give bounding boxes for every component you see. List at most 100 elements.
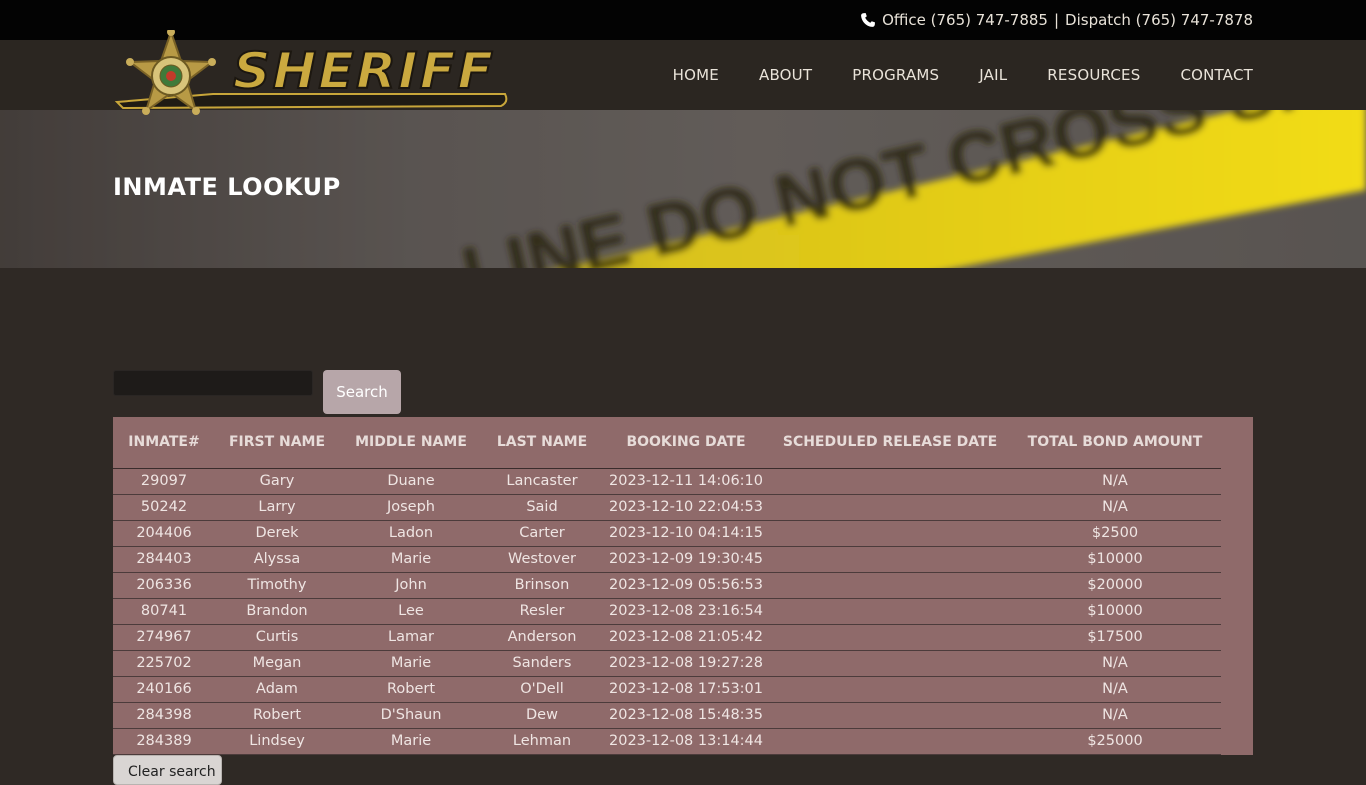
inmate-number-cell: 284398 bbox=[113, 702, 215, 729]
contact-info: Office (765) 747-7885 | Dispatch (765) 7… bbox=[860, 10, 1253, 30]
column-header-booking-date[interactable]: BOOKING DATE bbox=[601, 417, 771, 469]
middle-name-cell: D'Shaun bbox=[339, 702, 483, 729]
first-name-cell: Derek bbox=[215, 520, 339, 547]
booking-date-cell: 2023-12-08 13:14:44 bbox=[601, 728, 771, 755]
middle-name-cell: Duane bbox=[339, 468, 483, 495]
bond-amount-cell: $25000 bbox=[1009, 728, 1221, 755]
middle-name-cell: Robert bbox=[339, 676, 483, 703]
last-name-cell: Sanders bbox=[483, 650, 601, 677]
bond-amount-cell: N/A bbox=[1009, 650, 1221, 677]
release-date-cell bbox=[771, 494, 1009, 521]
release-date-cell bbox=[771, 546, 1009, 573]
inmate-number-cell: 204406 bbox=[113, 520, 215, 547]
release-date-cell bbox=[771, 728, 1009, 755]
first-name-cell: Timothy bbox=[215, 572, 339, 599]
table-row[interactable]: 204406 Derek Ladon Carter 2023-12-10 04:14:1… bbox=[113, 520, 1221, 547]
inmate-table-container: INMATE# FIRST NAME MIDDLE NAME LAST NAME… bbox=[113, 417, 1253, 755]
release-date-cell bbox=[771, 650, 1009, 677]
table-row[interactable]: 50242 Larry Joseph Said 2023-12-10 22:04:53 N… bbox=[113, 494, 1221, 521]
inmate-number-cell: 284403 bbox=[113, 546, 215, 573]
last-name-cell: O'Dell bbox=[483, 676, 601, 703]
first-name-cell: Megan bbox=[215, 650, 339, 677]
first-name-cell: Lindsey bbox=[215, 728, 339, 755]
booking-date-cell: 2023-12-10 04:14:15 bbox=[601, 520, 771, 547]
column-header-release-date[interactable]: SCHEDULED RELEASE DATE bbox=[771, 417, 1009, 469]
table-header-row: INMATE# FIRST NAME MIDDLE NAME LAST NAME… bbox=[113, 417, 1221, 469]
column-header-middle-name[interactable]: MIDDLE NAME bbox=[339, 417, 483, 469]
search-button[interactable]: Search bbox=[323, 370, 401, 414]
table-row[interactable]: 29097 Gary Duane Lancaster 2023-12-11 14:06:… bbox=[113, 468, 1221, 495]
first-name-cell: Alyssa bbox=[215, 546, 339, 573]
release-date-cell bbox=[771, 572, 1009, 599]
last-name-cell: Lehman bbox=[483, 728, 601, 755]
middle-name-cell: Lee bbox=[339, 598, 483, 625]
first-name-cell: Robert bbox=[215, 702, 339, 729]
nav-contact[interactable]: CONTACT bbox=[1180, 66, 1253, 84]
inmate-number-cell: 225702 bbox=[113, 650, 215, 677]
office-phone[interactable]: Office (765) 747-7885 bbox=[882, 10, 1048, 30]
dispatch-phone[interactable]: Dispatch (765) 747-7878 bbox=[1065, 10, 1253, 30]
search-input[interactable] bbox=[113, 370, 313, 396]
inmate-number-cell: 80741 bbox=[113, 598, 215, 625]
first-name-cell: Gary bbox=[215, 468, 339, 495]
nav-programs[interactable]: PROGRAMS bbox=[852, 66, 939, 84]
bond-amount-cell: N/A bbox=[1009, 468, 1221, 495]
nav-resources[interactable]: RESOURCES bbox=[1047, 66, 1140, 84]
table-row[interactable]: 274967 Curtis Lamar Anderson 2023-12-08 21:0… bbox=[113, 624, 1221, 651]
sheriff-logo[interactable]: SHERIFF bbox=[113, 30, 509, 122]
inmate-number-cell: 50242 bbox=[113, 494, 215, 521]
table-row[interactable]: 284403 Alyssa Marie Westover 2023-12-09 19:3… bbox=[113, 546, 1221, 573]
last-name-cell: Carter bbox=[483, 520, 601, 547]
bond-amount-cell: $2500 bbox=[1009, 520, 1221, 547]
release-date-cell bbox=[771, 702, 1009, 729]
clear-search-button[interactable]: Clear search bbox=[113, 755, 222, 785]
release-date-cell bbox=[771, 598, 1009, 625]
booking-date-cell: 2023-12-11 14:06:10 bbox=[601, 468, 771, 495]
release-date-cell bbox=[771, 520, 1009, 547]
last-name-cell: Lancaster bbox=[483, 468, 601, 495]
column-header-bond-amount[interactable]: TOTAL BOND AMOUNT bbox=[1009, 417, 1221, 469]
table-row[interactable]: 206336 Timothy John Brinson 2023-12-09 05:56… bbox=[113, 572, 1221, 599]
table-row[interactable]: 80741 Brandon Lee Resler 2023-12-08 23:16:54… bbox=[113, 598, 1221, 625]
bond-amount-cell: N/A bbox=[1009, 494, 1221, 521]
booking-date-cell: 2023-12-09 19:30:45 bbox=[601, 546, 771, 573]
table-row[interactable]: 240166 Adam Robert O'Dell 2023-12-08 17:53:0… bbox=[113, 676, 1221, 703]
inmate-number-cell: 284389 bbox=[113, 728, 215, 755]
middle-name-cell: Marie bbox=[339, 728, 483, 755]
main-nav: HOME ABOUT PROGRAMS JAIL RESOURCES CONTA… bbox=[633, 40, 1253, 110]
page-banner: LINE DO NOT CROSS SHERIFF LINE D INMATE … bbox=[0, 110, 1366, 268]
bond-amount-cell: N/A bbox=[1009, 702, 1221, 729]
middle-name-cell: John bbox=[339, 572, 483, 599]
booking-date-cell: 2023-12-09 05:56:53 bbox=[601, 572, 771, 599]
table-row[interactable]: 284398 Robert D'Shaun Dew 2023-12-08 15:48:3… bbox=[113, 702, 1221, 729]
nav-jail[interactable]: JAIL bbox=[979, 66, 1007, 84]
middle-name-cell: Lamar bbox=[339, 624, 483, 651]
nav-about[interactable]: ABOUT bbox=[759, 66, 812, 84]
phone-icon bbox=[861, 13, 876, 27]
booking-date-cell: 2023-12-10 22:04:53 bbox=[601, 494, 771, 521]
inmate-number-cell: 274967 bbox=[113, 624, 215, 651]
contact-separator: | bbox=[1053, 11, 1060, 29]
last-name-cell: Anderson bbox=[483, 624, 601, 651]
booking-date-cell: 2023-12-08 15:48:35 bbox=[601, 702, 771, 729]
nav-home[interactable]: HOME bbox=[673, 66, 719, 84]
column-header-inmate-number[interactable]: INMATE# bbox=[113, 417, 215, 469]
last-name-cell: Brinson bbox=[483, 572, 601, 599]
middle-name-cell: Joseph bbox=[339, 494, 483, 521]
middle-name-cell: Marie bbox=[339, 650, 483, 677]
bond-amount-cell: $10000 bbox=[1009, 546, 1221, 573]
table-row[interactable]: 225702 Megan Marie Sanders 2023-12-08 19:27:… bbox=[113, 650, 1221, 677]
bond-amount-cell: N/A bbox=[1009, 676, 1221, 703]
release-date-cell bbox=[771, 624, 1009, 651]
inmate-number-cell: 29097 bbox=[113, 468, 215, 495]
column-header-first-name[interactable]: FIRST NAME bbox=[215, 417, 339, 469]
column-header-last-name[interactable]: LAST NAME bbox=[483, 417, 601, 469]
middle-name-cell: Marie bbox=[339, 546, 483, 573]
inmate-number-cell: 240166 bbox=[113, 676, 215, 703]
inmate-table: INMATE# FIRST NAME MIDDLE NAME LAST NAME… bbox=[113, 417, 1221, 755]
table-row[interactable]: 284389 Lindsey Marie Lehman 2023-12-08 13:14… bbox=[113, 728, 1221, 755]
table-body: 29097 Gary Duane Lancaster 2023-12-11 14:06:… bbox=[113, 468, 1221, 755]
inmate-number-cell: 206336 bbox=[113, 572, 215, 599]
bond-amount-cell: $20000 bbox=[1009, 572, 1221, 599]
first-name-cell: Larry bbox=[215, 494, 339, 521]
